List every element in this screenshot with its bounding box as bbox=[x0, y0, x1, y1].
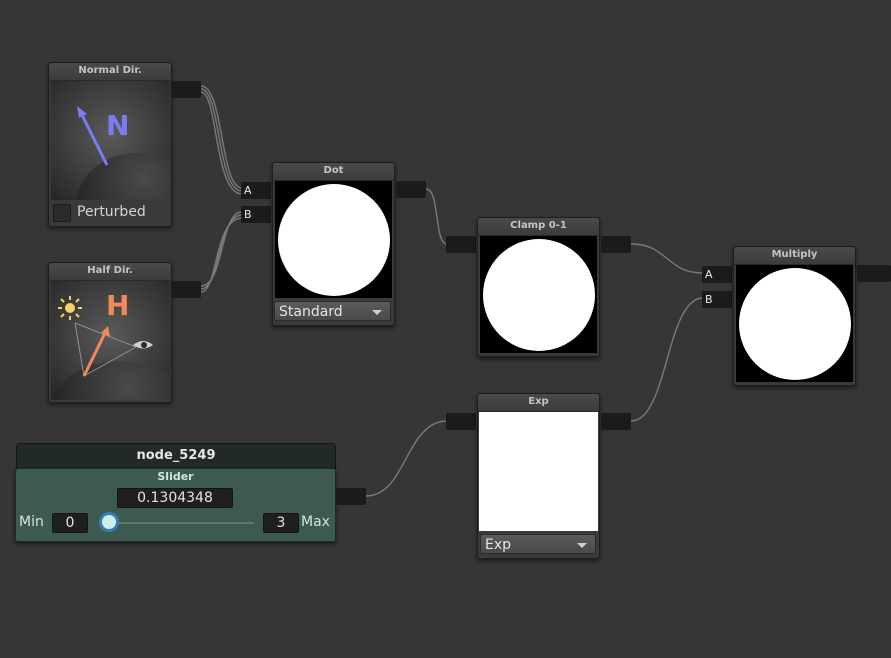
dot-mode-value: Standard bbox=[279, 304, 343, 320]
max-label: Max bbox=[301, 514, 330, 530]
clamp-preview bbox=[480, 236, 597, 353]
exp-output-port[interactable] bbox=[601, 413, 631, 430]
slider-output-port[interactable] bbox=[336, 488, 366, 505]
dropdown-arrow-icon bbox=[577, 543, 587, 548]
clamp-title: Clamp 0-1 bbox=[478, 218, 599, 236]
slider-node-name: node_5249 bbox=[136, 448, 216, 463]
min-field[interactable]: 0 bbox=[52, 513, 88, 533]
dot-input-a-port[interactable]: A bbox=[241, 182, 271, 199]
exp-mode-value: Exp bbox=[485, 537, 512, 553]
dot-title: Dot bbox=[273, 163, 394, 181]
min-label: Min bbox=[19, 514, 44, 530]
multiply-input-b-port[interactable]: B bbox=[702, 291, 732, 308]
normal-dir-output-port[interactable] bbox=[171, 81, 201, 98]
exp-preview bbox=[479, 412, 598, 531]
perturbed-label: Perturbed bbox=[77, 204, 146, 220]
multiply-output-port[interactable] bbox=[857, 265, 891, 282]
preview-disc bbox=[483, 239, 595, 351]
preview-disc bbox=[739, 268, 851, 380]
exp-mode-dropdown[interactable]: Exp bbox=[480, 534, 596, 554]
slider-title: Slider bbox=[157, 470, 194, 483]
dot-node[interactable]: Dot Standard bbox=[272, 162, 395, 326]
max-field[interactable]: 3 bbox=[263, 513, 299, 533]
slider-value-field[interactable]: 0.1304348 bbox=[117, 488, 233, 508]
slider-node-name-bar[interactable]: node_5249 bbox=[16, 443, 336, 469]
slider-node[interactable]: Slider 0.1304348 Min 0 3 Max bbox=[15, 468, 336, 542]
multiply-input-a-port[interactable]: A bbox=[702, 266, 732, 283]
half-letter: H bbox=[106, 289, 130, 322]
dot-mode-dropdown[interactable]: Standard bbox=[274, 301, 391, 321]
dot-preview bbox=[275, 181, 392, 298]
perturbed-checkbox[interactable] bbox=[53, 204, 71, 222]
preview-disc bbox=[278, 184, 390, 296]
normal-letter: N bbox=[106, 109, 130, 142]
half-dir-title: Half Dir. bbox=[49, 263, 171, 281]
normal-dir-preview: N bbox=[51, 81, 170, 200]
clamp-input-port[interactable] bbox=[446, 236, 476, 253]
clamp-output-port[interactable] bbox=[601, 236, 631, 253]
exp-node[interactable]: Exp Exp bbox=[477, 393, 600, 559]
normal-dir-title: Normal Dir. bbox=[49, 63, 171, 81]
clamp-node[interactable]: Clamp 0-1 bbox=[477, 217, 600, 357]
sun-icon bbox=[58, 296, 82, 320]
multiply-title: Multiply bbox=[734, 247, 855, 265]
half-dir-node[interactable]: Half Dir. H bbox=[48, 262, 172, 403]
exp-title: Exp bbox=[478, 394, 599, 412]
normal-dir-node[interactable]: Normal Dir. N Perturbed bbox=[48, 62, 172, 227]
multiply-node[interactable]: Multiply bbox=[733, 246, 856, 386]
slider-track[interactable] bbox=[108, 522, 254, 524]
dot-input-b-port[interactable]: B bbox=[241, 206, 271, 223]
multiply-preview bbox=[736, 265, 853, 382]
slider-knob[interactable] bbox=[102, 515, 116, 529]
half-dir-preview: H bbox=[51, 281, 170, 400]
dropdown-arrow-icon bbox=[372, 310, 382, 315]
half-dir-output-port[interactable] bbox=[171, 281, 201, 298]
exp-input-port[interactable] bbox=[446, 413, 476, 430]
dot-output-port[interactable] bbox=[396, 181, 426, 198]
eye-icon bbox=[133, 341, 153, 349]
